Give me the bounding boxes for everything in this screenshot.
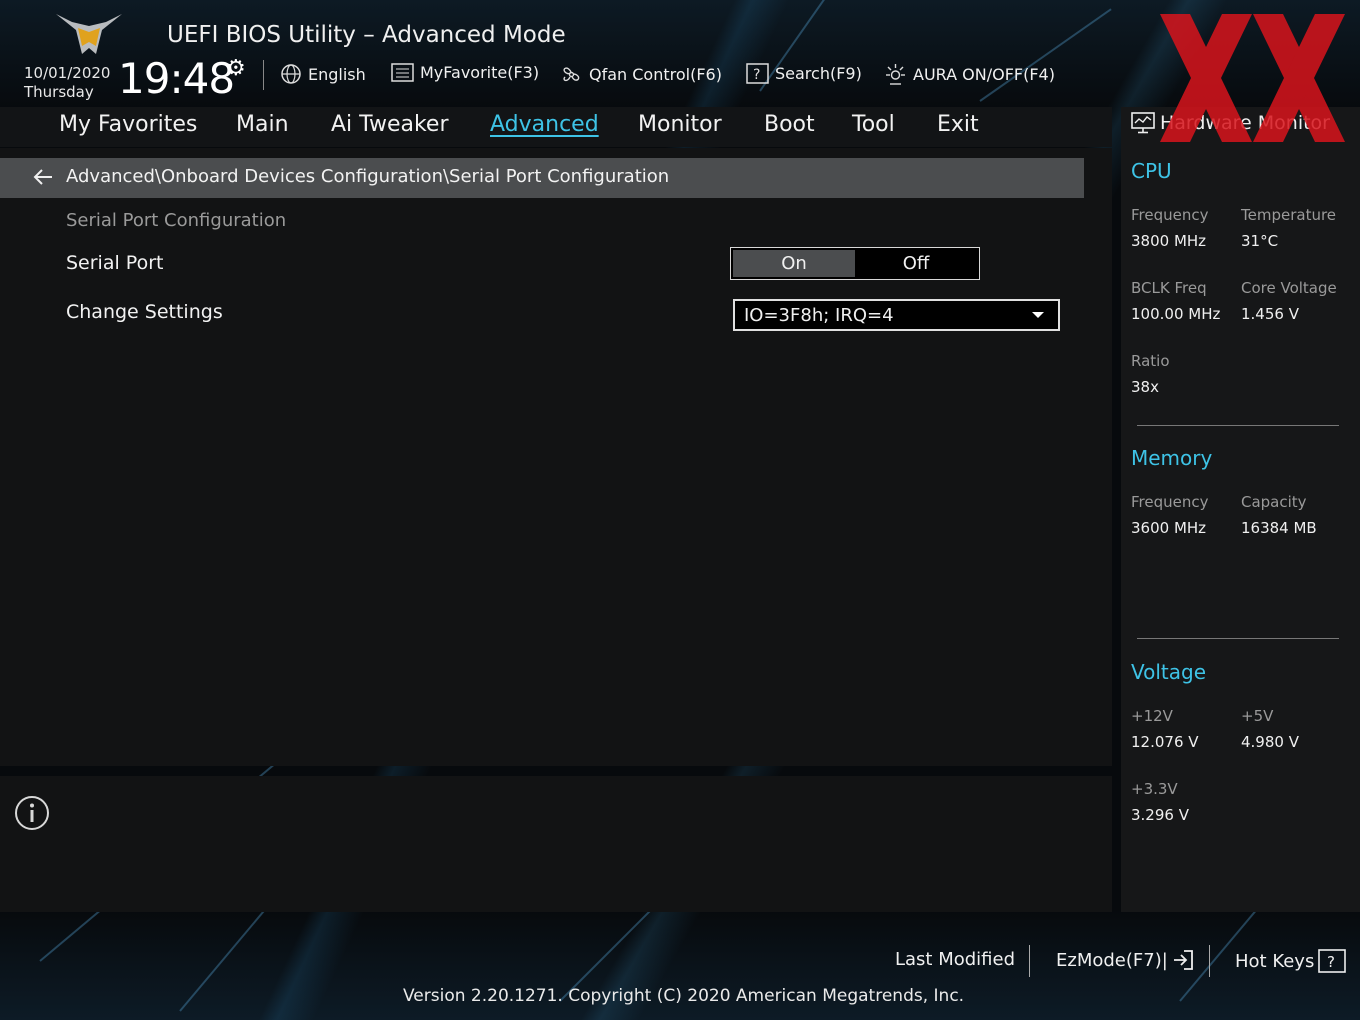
clock-display: 19:48 [118, 54, 235, 103]
globe-icon [281, 64, 301, 84]
date-text: 10/01/2020 [24, 64, 111, 82]
tab-tool[interactable]: Tool [852, 112, 895, 137]
tab-advanced[interactable]: Advanced [490, 112, 599, 137]
tab-ai-tweaker[interactable]: Ai Tweaker [331, 112, 449, 137]
tab-exit[interactable]: Exit [937, 112, 979, 137]
language-button[interactable]: English [280, 63, 366, 85]
version-copyright: Version 2.20.1271. Copyright (C) 2020 Am… [403, 986, 965, 1006]
v33-label: +3.3V [1131, 780, 1178, 798]
hot-keys-label: Hot Keys [1235, 950, 1315, 972]
cpu-frequency-value: 3800 MHz [1131, 232, 1207, 250]
help-info-panel [0, 776, 1112, 912]
cpu-temperature-label: Temperature [1241, 206, 1337, 224]
settings-panel [0, 148, 1112, 766]
aura-button[interactable]: AURA ON/OFF(F4) [884, 63, 1055, 86]
memory-capacity-value: 16384 MB [1241, 519, 1317, 537]
date-display: 10/01/2020 Thursday [24, 64, 110, 102]
tab-my-favorites[interactable]: My Favorites [59, 112, 197, 137]
chevron-down-icon [1032, 312, 1044, 318]
voltage-section-title: Voltage [1131, 660, 1207, 684]
ezmode-label: EzMode(F7)| [1056, 949, 1168, 971]
list-icon [391, 63, 414, 82]
memory-section-title: Memory [1131, 446, 1213, 470]
page-title: UEFI BIOS Utility – Advanced Mode [167, 22, 566, 48]
change-settings-select[interactable]: IO=3F8h; IRQ=4 [733, 299, 1060, 331]
aura-light-icon [886, 64, 905, 85]
serial-port-on-option[interactable]: On [733, 250, 855, 277]
help-icon: ? [1318, 949, 1347, 973]
core-voltage-value: 1.456 V [1241, 305, 1299, 323]
last-modified-button[interactable]: Last Modified [895, 949, 1015, 970]
bclk-label: BCLK Freq [1131, 279, 1207, 297]
tab-boot[interactable]: Boot [764, 112, 815, 137]
v12-label: +12V [1131, 707, 1173, 725]
hw-divider [1137, 638, 1339, 639]
svg-text:?: ? [1327, 953, 1335, 971]
tuf-logo-icon [56, 14, 122, 54]
ratio-label: Ratio [1131, 352, 1170, 370]
watermark-xx-logo [1160, 14, 1345, 142]
v12-value: 12.076 V [1131, 733, 1199, 751]
help-search-icon: ? [746, 63, 769, 84]
ezmode-button[interactable]: EzMode(F7)| [1056, 949, 1194, 971]
search-label: Search(F9) [775, 64, 862, 83]
last-modified-label: Last Modified [895, 949, 1016, 970]
aura-label: AURA ON/OFF(F4) [913, 65, 1055, 84]
breadcrumb: Advanced\Onboard Devices Configuration\S… [66, 166, 670, 187]
search-button[interactable]: ? Search(F9) [746, 63, 862, 84]
toolbar-divider [263, 60, 264, 90]
core-voltage-label: Core Voltage [1241, 279, 1337, 297]
ratio-value: 38x [1131, 378, 1159, 396]
cpu-section-title: CPU [1131, 159, 1172, 183]
svg-text:?: ? [753, 67, 760, 83]
myfavorite-button[interactable]: MyFavorite(F3) [391, 63, 539, 82]
hot-keys-button[interactable]: Hot Keys ? [1235, 949, 1347, 973]
footer-divider [1029, 945, 1030, 977]
qfan-label: Qfan Control(F6) [589, 65, 722, 84]
change-settings-value: IO=3F8h; IRQ=4 [744, 304, 894, 326]
bclk-value: 100.00 MHz [1131, 305, 1221, 323]
serial-port-label: Serial Port [66, 252, 164, 274]
serial-port-off-option[interactable]: Off [855, 250, 977, 277]
section-title: Serial Port Configuration [66, 210, 287, 231]
memory-capacity-label: Capacity [1241, 493, 1307, 511]
tab-monitor[interactable]: Monitor [638, 112, 722, 137]
language-label: English [308, 64, 366, 84]
memory-frequency-label: Frequency [1131, 493, 1209, 511]
back-arrow-icon[interactable] [32, 166, 54, 188]
info-icon [15, 796, 49, 830]
cpu-frequency-label: Frequency [1131, 206, 1209, 224]
day-text: Thursday [24, 83, 94, 101]
memory-frequency-value: 3600 MHz [1131, 519, 1207, 537]
monitor-icon [1131, 112, 1155, 134]
hw-divider [1137, 425, 1339, 426]
v33-value: 3.296 V [1131, 806, 1189, 824]
tab-main[interactable]: Main [236, 112, 289, 137]
serial-port-toggle[interactable]: On Off [730, 247, 980, 280]
gear-icon[interactable]: ⚙ [226, 56, 246, 81]
change-settings-label: Change Settings [66, 301, 223, 323]
v5-value: 4.980 V [1241, 733, 1299, 751]
footer-divider [1209, 945, 1210, 977]
exit-arrow-icon [1173, 950, 1193, 970]
v5-label: +5V [1241, 707, 1274, 725]
myfavorite-label: MyFavorite(F3) [420, 63, 540, 82]
fan-icon [563, 67, 580, 82]
cpu-temperature-value: 31°C [1241, 232, 1279, 250]
qfan-button[interactable]: Qfan Control(F6) [560, 63, 722, 86]
